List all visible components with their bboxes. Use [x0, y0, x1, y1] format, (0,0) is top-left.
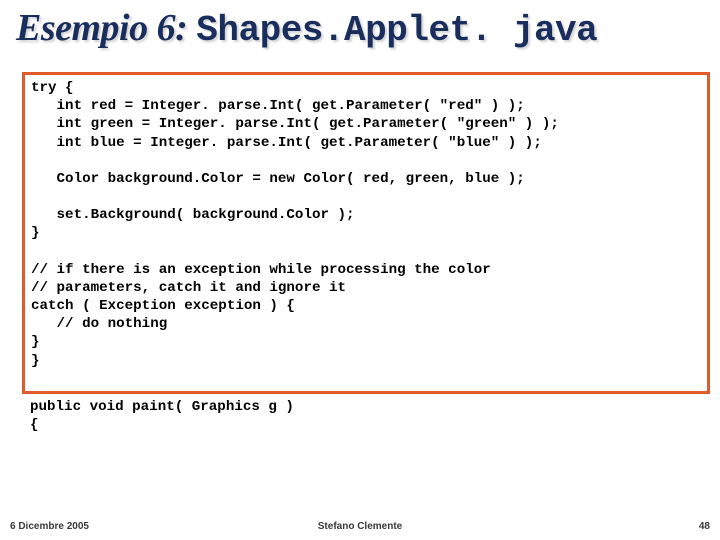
code-content: try { int red = Integer. parse.Int( get.…	[31, 79, 701, 370]
code-box: try { int red = Integer. parse.Int( get.…	[22, 72, 710, 394]
footer-page-number: 48	[699, 521, 710, 532]
slide-title: Esempio 6: Shapes.Applet. java	[16, 6, 704, 51]
slide-footer: 6 Dicembre 2005 Stefano Clemente 48	[0, 516, 720, 534]
title-filename: Shapes.Applet. java	[196, 10, 597, 51]
slide: Esempio 6: Shapes.Applet. java try { int…	[0, 0, 720, 540]
title-prefix: Esempio 6:	[16, 7, 196, 49]
footer-date: 6 Dicembre 2005	[10, 521, 89, 532]
code-below-box: public void paint( Graphics g ) {	[30, 398, 294, 434]
footer-author: Stefano Clemente	[318, 521, 402, 532]
